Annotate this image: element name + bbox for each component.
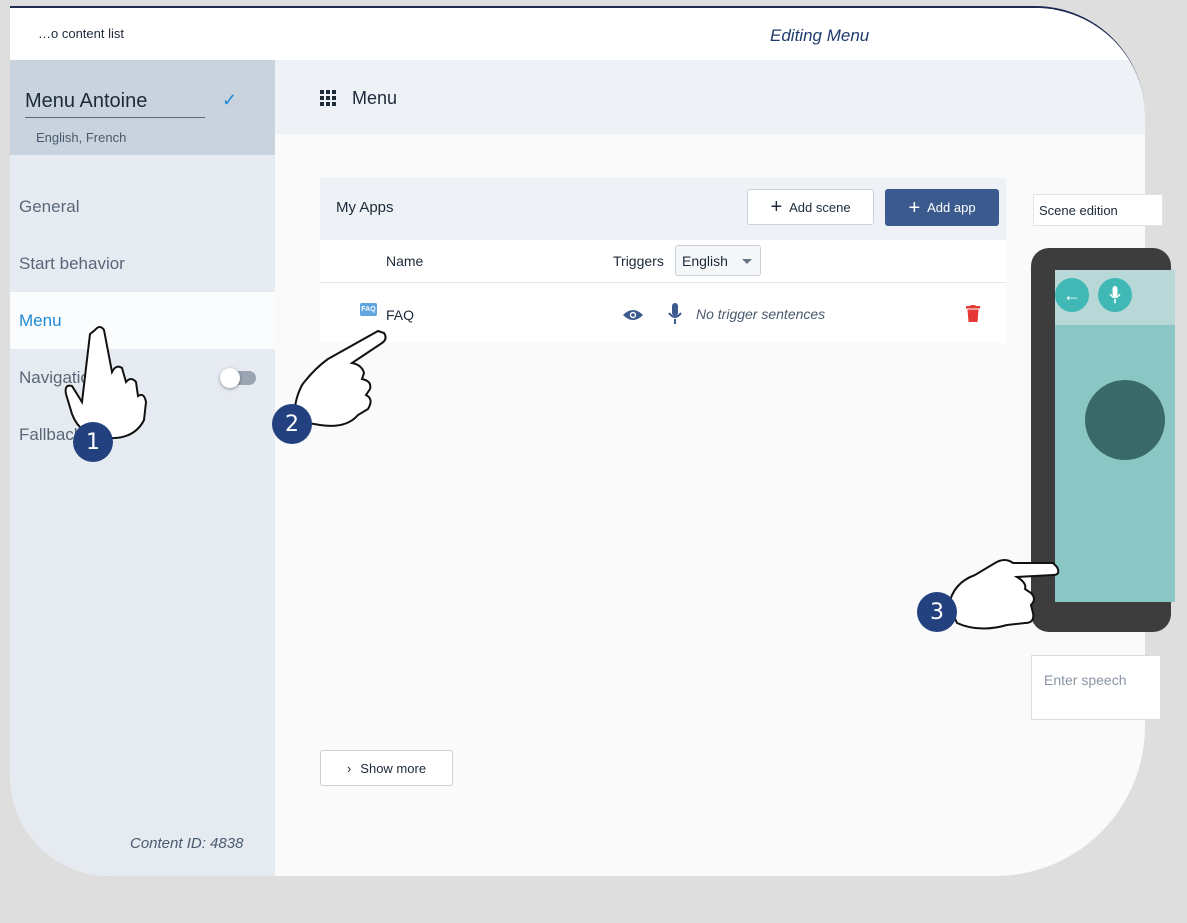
app-name[interactable]: FAQ bbox=[386, 307, 414, 323]
chevron-down-icon bbox=[742, 259, 752, 264]
sidebar: Menu Antoine ✓ English, French General S… bbox=[10, 60, 275, 876]
tablet-screen[interactable]: ← bbox=[1055, 270, 1175, 602]
check-icon[interactable]: ✓ bbox=[222, 90, 237, 111]
my-apps-header: My Apps + Add scene + Add app bbox=[320, 178, 1006, 240]
toggle-knob bbox=[220, 368, 240, 388]
pointing-hand-icon bbox=[947, 559, 1060, 630]
step-badge-3: 3 bbox=[917, 592, 957, 632]
page-title: Menu bbox=[352, 88, 398, 108]
grid-icon bbox=[320, 90, 336, 106]
sidebar-item-label: Start behavior bbox=[19, 254, 125, 273]
plus-icon: + bbox=[770, 196, 783, 218]
main-header: Menu bbox=[275, 60, 1145, 134]
faq-app-icon: FAQ bbox=[360, 303, 377, 316]
eye-icon[interactable] bbox=[622, 308, 644, 322]
step-badge-1: 1 bbox=[73, 422, 113, 462]
top-bar: …o content list Editing Menu bbox=[10, 8, 1145, 61]
trash-icon[interactable] bbox=[966, 305, 980, 322]
sidebar-item-start-behavior[interactable]: Start behavior bbox=[10, 235, 275, 292]
add-app-button[interactable]: + Add app bbox=[885, 189, 999, 226]
my-apps-panel: My Apps + Add scene + Add app Name Trigg… bbox=[320, 178, 1006, 343]
speech-input[interactable]: Enter speech bbox=[1031, 655, 1161, 720]
show-more-label: Show more bbox=[360, 760, 427, 776]
language-select-value: English bbox=[682, 253, 728, 269]
language-select[interactable]: English bbox=[675, 245, 761, 276]
trigger-sentences: No trigger sentences bbox=[696, 306, 826, 322]
pointing-hand-icon bbox=[64, 326, 148, 440]
robot-character-image bbox=[1085, 380, 1165, 460]
add-scene-label: Add scene bbox=[789, 199, 851, 215]
sidebar-item-general[interactable]: General bbox=[10, 178, 275, 235]
add-app-label: Add app bbox=[927, 200, 976, 215]
column-header-triggers: Triggers bbox=[613, 253, 664, 269]
table-header: Name Triggers English bbox=[320, 240, 1006, 283]
step-badge-2: 2 bbox=[272, 404, 312, 444]
app-window: …o content list Editing Menu Menu Antoin… bbox=[10, 6, 1145, 876]
back-arrow-icon[interactable]: ← bbox=[1055, 278, 1089, 312]
table-row[interactable]: FAQ FAQ No trigger sentences bbox=[320, 283, 1006, 343]
sidebar-item-label: General bbox=[19, 197, 80, 216]
content-languages: English, French bbox=[36, 130, 127, 145]
chevron-right-icon: › bbox=[346, 760, 352, 776]
content-name-field[interactable]: Menu Antoine bbox=[25, 90, 205, 118]
page-heading: Editing Menu bbox=[770, 26, 870, 45]
sidebar-item-label: Menu bbox=[19, 311, 62, 330]
microphone-icon[interactable] bbox=[668, 303, 682, 325]
back-to-content-list-link[interactable]: …o content list bbox=[38, 26, 124, 41]
add-scene-button[interactable]: + Add scene bbox=[747, 189, 874, 225]
content-id: Content ID: 4838 bbox=[130, 835, 244, 852]
scene-edition-tab[interactable]: Scene edition bbox=[1033, 194, 1163, 226]
plus-icon: + bbox=[908, 196, 921, 219]
sidebar-header: Menu Antoine ✓ English, French bbox=[10, 60, 275, 155]
my-apps-title: My Apps bbox=[336, 199, 394, 216]
column-header-name: Name bbox=[386, 253, 424, 269]
navigation-toggle[interactable] bbox=[220, 368, 256, 388]
show-more-button[interactable]: › Show more bbox=[320, 750, 453, 786]
microphone-icon[interactable] bbox=[1098, 278, 1132, 312]
